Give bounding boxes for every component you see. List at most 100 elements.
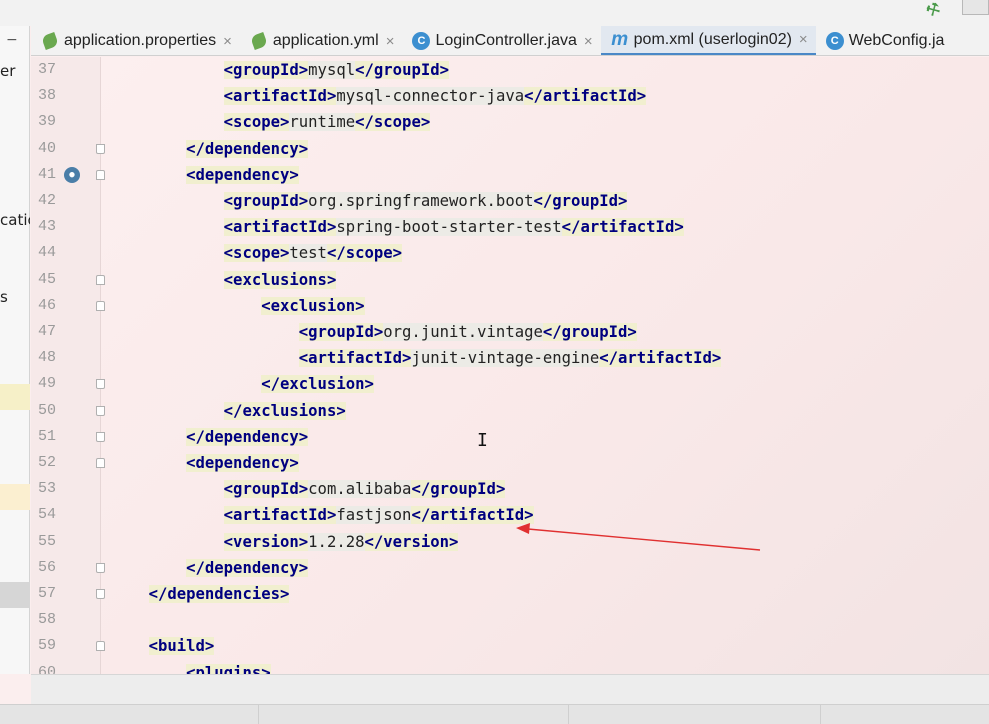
code-text: </dependency> [111, 555, 309, 581]
project-tree-item[interactable]: s [0, 288, 30, 306]
code-line[interactable]: 49 </exclusion> [31, 371, 989, 397]
code-editor[interactable]: 37 <groupId>mysql</groupId> 38 <artifactI… [31, 57, 989, 674]
build-hammer-icon[interactable]: ⚒ [922, 0, 944, 21]
xml-tag: <groupId> [298, 323, 384, 341]
xml-tag: <exclusions> [223, 270, 337, 289]
code-text: <dependency> [111, 162, 299, 188]
spring-leaf-icon [249, 32, 268, 50]
code-line[interactable]: 50 </exclusions> [31, 398, 989, 424]
line-number: 44 [37, 244, 56, 262]
line-number: 39 [37, 113, 56, 131]
code-line[interactable]: 54 <artifactId>fastjson</artifactId> [31, 502, 989, 528]
code-text: <exclusions> [111, 267, 337, 293]
code-text: <artifactId>mysql-connector-java</artifa… [111, 83, 647, 109]
code-line[interactable]: 51 </dependency> [31, 424, 989, 450]
gutter-run-icon[interactable]: ● [64, 166, 80, 183]
editor-tab[interactable]: m pom.xml (userlogin02) × [600, 26, 816, 55]
xml-value: mysql [308, 61, 356, 79]
code-line[interactable]: 39 <scope>runtime</scope> [31, 109, 989, 135]
code-text: <build> [111, 633, 215, 659]
code-line[interactable]: 55 <version>1.2.28</version> [31, 529, 989, 555]
code-line[interactable]: 52 <dependency> [31, 450, 989, 476]
close-tab-icon[interactable]: × [223, 33, 232, 50]
fold-marker-icon[interactable] [96, 405, 105, 416]
code-line[interactable]: 59 <build> [31, 633, 989, 659]
run-widget-button[interactable] [962, 0, 989, 15]
fold-marker-icon[interactable] [96, 641, 105, 652]
editor-tab[interactable]: application.properties × [31, 26, 240, 55]
tab-label: pom.xml (userlogin02) [633, 30, 792, 48]
xml-value: org.junit.vintage [383, 323, 543, 341]
line-number: 43 [37, 218, 56, 236]
xml-value: org.springframework.boot [308, 192, 534, 210]
code-line[interactable]: 48 <artifactId>junit-vintage-engine</art… [31, 345, 989, 371]
fold-marker-icon[interactable] [96, 274, 105, 285]
editor-tab[interactable]: C WebConfig.ja [816, 26, 953, 55]
xml-tag: <artifactId> [223, 87, 337, 106]
line-number: 38 [37, 87, 56, 105]
fold-marker-icon[interactable] [96, 379, 105, 390]
code-line[interactable]: 41 ● <dependency> [31, 162, 989, 188]
leaf-shape [249, 32, 268, 50]
close-tab-icon[interactable]: × [799, 31, 808, 48]
code-line[interactable]: 47 <groupId>org.junit.vintage</groupId> [31, 319, 989, 345]
xml-tag: <exclusion> [261, 296, 365, 315]
code-line[interactable]: 43 <artifactId>spring-boot-starter-test<… [31, 214, 989, 240]
fold-marker-icon[interactable] [96, 169, 105, 180]
code-line[interactable]: 44 <scope>test</scope> [31, 240, 989, 266]
line-number: 47 [37, 323, 56, 340]
close-tab-icon[interactable]: × [386, 33, 395, 50]
code-text: <dependency> [111, 450, 299, 476]
xml-tag: <groupId> [223, 192, 309, 210]
spring-leaf-icon [41, 32, 59, 50]
fold-marker-icon[interactable] [96, 431, 105, 442]
xml-tag: <plugins> [186, 663, 271, 674]
code-line[interactable]: 53 <groupId>com.alibaba</groupId> [31, 476, 989, 502]
xml-tag: </groupId> [411, 480, 506, 499]
code-line[interactable]: 45 <exclusions> [31, 267, 989, 293]
fold-marker-icon[interactable] [96, 562, 105, 573]
xml-tag: </dependency> [186, 558, 309, 577]
horizontal-scrollbar[interactable] [31, 674, 989, 704]
project-tree-item[interactable]: catic [0, 211, 30, 229]
xml-tag: </exclusions> [223, 401, 346, 420]
code-line[interactable]: 56 </dependency> [31, 555, 989, 581]
code-line[interactable]: 38 <artifactId>mysql-connector-java</art… [31, 83, 989, 109]
editor-tab[interactable]: application.yml × [240, 26, 403, 55]
fold-marker-icon[interactable] [96, 458, 105, 468]
collapse-icon[interactable]: − [6, 32, 18, 48]
xml-tag: </artifactId> [561, 218, 684, 237]
fold-marker-icon[interactable] [96, 143, 105, 154]
xml-tag: </groupId> [355, 61, 450, 79]
code-line[interactable]: 46 <exclusion> [31, 293, 989, 319]
editor-tab[interactable]: C LoginController.java × [402, 26, 600, 55]
code-line[interactable]: 42 <groupId>org.springframework.boot</gr… [31, 188, 989, 214]
xml-value: com.alibaba [308, 480, 412, 499]
code-text: <exclusion> [111, 293, 365, 319]
code-line[interactable]: 40 </dependency> [31, 136, 989, 162]
code-line[interactable]: 60 <plugins> [31, 660, 989, 674]
project-tree-item[interactable]: er [0, 62, 30, 80]
code-line[interactable]: 57 </dependencies> [31, 581, 989, 607]
fold-marker-icon[interactable] [96, 300, 105, 311]
fold-marker-icon[interactable] [96, 589, 105, 599]
code-line[interactable]: 37 <groupId>mysql</groupId> [31, 57, 989, 83]
xml-value: 1.2.28 [308, 532, 365, 551]
xml-tag: <version> [223, 532, 309, 551]
code-text: <artifactId>fastjson</artifactId> [111, 502, 534, 528]
close-tab-icon[interactable]: × [584, 33, 593, 50]
code-line[interactable]: 58 [31, 607, 989, 633]
tab-label: WebConfig.ja [848, 32, 945, 49]
code-text: </exclusion> [111, 371, 374, 397]
tree-row-selected[interactable] [0, 582, 30, 608]
